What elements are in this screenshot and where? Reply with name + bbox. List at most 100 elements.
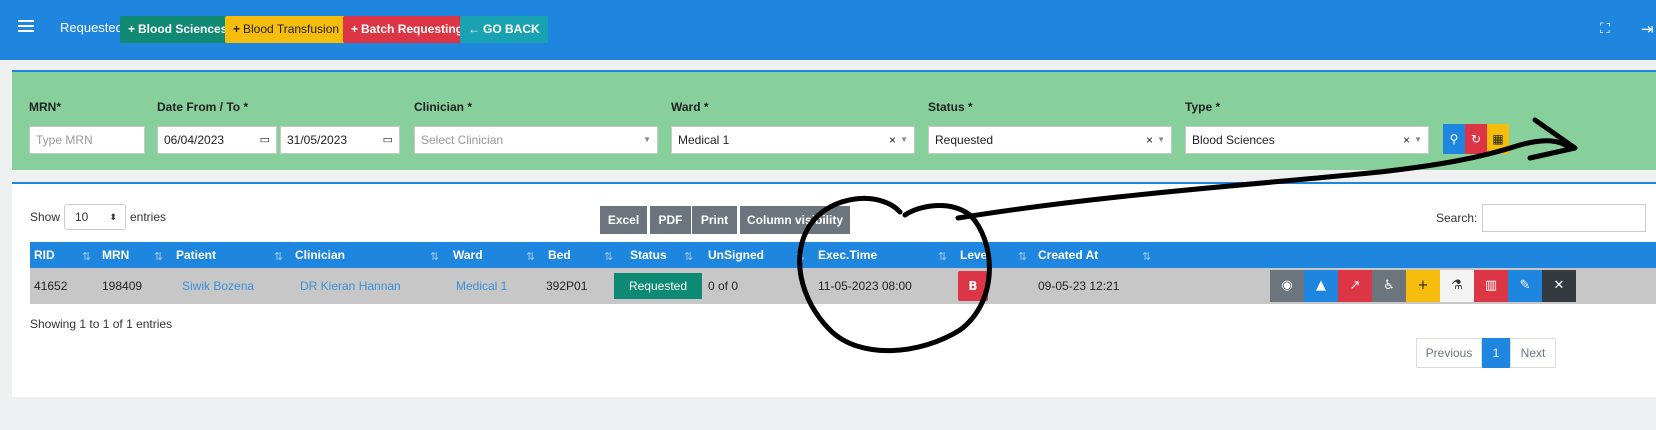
date-from-input[interactable]: 06/04/2023 ▭: [157, 126, 277, 154]
mrn-input[interactable]: Type MRN: [29, 126, 145, 154]
table-row[interactable]: 41652 198409 Siwik Bozena DR Kieran Hann…: [30, 268, 1656, 304]
reset-button[interactable]: ↻: [1465, 124, 1487, 154]
accessibility-button[interactable]: ♿: [1372, 270, 1406, 302]
excel-button[interactable]: Excel: [600, 206, 647, 234]
menu-icon[interactable]: [18, 20, 34, 33]
clear-icon[interactable]: ×: [889, 127, 896, 153]
batch-requesting-button[interactable]: + Batch Requesting: [343, 16, 472, 43]
clinician-select[interactable]: Select Clinician ▼: [414, 126, 658, 154]
type-label: Type *: [1185, 100, 1221, 114]
delete-button[interactable]: ✕: [1542, 270, 1576, 302]
close-icon: ✕: [1553, 278, 1565, 293]
add-button[interactable]: +: [1406, 270, 1440, 302]
pdf-button[interactable]: PDF: [650, 206, 691, 234]
entries-select[interactable]: 10 ⬍: [64, 204, 126, 230]
sort-icon[interactable]: ⇅: [938, 242, 947, 268]
clinician-link[interactable]: DR Kieran Hannan: [300, 268, 401, 304]
samples-icon: ⚗: [1451, 278, 1463, 293]
view-button[interactable]: ◉: [1270, 270, 1304, 302]
sort-icon[interactable]: ⇅: [604, 242, 613, 268]
sort-icon[interactable]: ⇅: [1142, 242, 1151, 268]
logout-icon[interactable]: ⇥: [1641, 20, 1656, 36]
line-chart-icon: ↗: [1349, 278, 1361, 293]
plus-icon: +: [128, 22, 136, 36]
sort-icon[interactable]: ⇅: [1018, 242, 1027, 268]
patient-link[interactable]: Siwik Bozena: [182, 268, 254, 304]
mrn-label: MRN*: [29, 100, 61, 114]
col-unsigned[interactable]: UnSigned: [708, 242, 764, 268]
plus-icon: +: [233, 22, 241, 36]
chevron-down-icon: ▼: [900, 135, 908, 144]
calendar-button[interactable]: ▦: [1487, 124, 1509, 154]
sort-icon[interactable]: ⇅: [82, 242, 91, 268]
sort-icon[interactable]: ⇅: [154, 242, 163, 268]
chevron-down-icon: ▼: [643, 135, 651, 144]
next-button[interactable]: Next: [1510, 338, 1556, 368]
col-patient[interactable]: Patient: [176, 242, 216, 268]
column-visibility-button[interactable]: Column visibility: [740, 206, 850, 234]
show-label: Show: [30, 210, 61, 224]
print-button[interactable]: Print: [692, 206, 737, 234]
refresh-icon: ↻: [1470, 132, 1482, 146]
status-label: Status *: [928, 100, 973, 114]
trend-button[interactable]: ↗: [1338, 270, 1372, 302]
blood-transfusion-button[interactable]: + Blood Transfusion: [225, 16, 348, 43]
search-label: Search:: [1436, 211, 1478, 225]
clear-icon[interactable]: ×: [1403, 127, 1410, 153]
page-1-button[interactable]: 1: [1482, 338, 1510, 368]
plus-icon: +: [1417, 278, 1429, 293]
sort-icon[interactable]: ⇅: [526, 242, 535, 268]
date-to-input[interactable]: 31/05/2023 ▭: [280, 126, 400, 154]
calendar-icon[interactable]: ▭: [260, 127, 270, 153]
cell-created-at: 09-05-23 12:21: [1038, 279, 1120, 293]
fullscreen-icon[interactable]: ⛶: [1600, 22, 1614, 36]
clinician-label: Clinician *: [414, 100, 473, 114]
page-title: Requested: [60, 20, 123, 35]
edit-icon: ✎: [1519, 278, 1531, 293]
search-button[interactable]: ⚲: [1443, 124, 1465, 154]
table-search-input[interactable]: [1482, 204, 1646, 232]
ward-link[interactable]: Medical 1: [456, 268, 507, 304]
col-mrn[interactable]: MRN: [102, 242, 129, 268]
ward-select[interactable]: Medical 1 × ▼: [671, 126, 915, 154]
chart-button[interactable]: ▲: [1304, 270, 1338, 302]
col-clinician[interactable]: Clinician: [295, 242, 345, 268]
type-select[interactable]: Blood Sciences × ▼: [1185, 126, 1429, 154]
sort-icon[interactable]: ⇅: [274, 242, 283, 268]
col-bed[interactable]: Bed: [548, 242, 571, 268]
entries-label: entries: [130, 210, 167, 224]
level-badge: B: [958, 271, 988, 301]
calendar-icon[interactable]: ▭: [383, 127, 393, 153]
cell-exec-time: 11-05-2023 08:00: [818, 279, 912, 293]
go-back-button[interactable]: ← GO BACK: [460, 16, 548, 43]
col-level[interactable]: Level: [960, 242, 991, 268]
blood-bag-icon: ▥: [1484, 278, 1498, 293]
status-select[interactable]: Requested × ▼: [928, 126, 1172, 154]
arrow-left-icon: ←: [468, 22, 480, 36]
updown-icon: ⬍: [109, 212, 117, 222]
cell-rid: 41652: [34, 279, 68, 293]
clear-icon[interactable]: ×: [1146, 127, 1153, 153]
calendar-icon: ▦: [1492, 132, 1504, 146]
ward-label: Ward *: [671, 100, 709, 114]
col-status[interactable]: Status: [630, 242, 667, 268]
table-info: Showing 1 to 1 of 1 entries: [30, 317, 173, 331]
cell-mrn: 198409: [102, 279, 143, 293]
plus-icon: +: [351, 22, 359, 36]
col-exec-time[interactable]: Exec.Time: [818, 242, 877, 268]
col-rid[interactable]: RID: [34, 242, 55, 268]
previous-button[interactable]: Previous: [1416, 338, 1482, 368]
col-ward[interactable]: Ward: [453, 242, 483, 268]
sort-icon[interactable]: ⇅: [430, 242, 439, 268]
blood-button[interactable]: ▥: [1474, 270, 1508, 302]
samples-button[interactable]: ⚗: [1440, 270, 1474, 302]
eye-icon: ◉: [1281, 278, 1293, 293]
date-label: Date From / To *: [157, 100, 249, 114]
edit-button[interactable]: ✎: [1508, 270, 1542, 302]
blood-sciences-button[interactable]: + Blood Sciences: [120, 16, 236, 43]
sort-icon[interactable]: ⇅: [796, 242, 805, 268]
chevron-down-icon: ▼: [1414, 135, 1422, 144]
sort-icon[interactable]: ⇅: [684, 242, 693, 268]
col-created-at[interactable]: Created At: [1038, 242, 1098, 268]
filter-panel: MRN* Type MRN Date From / To * 06/04/202…: [12, 70, 1656, 170]
